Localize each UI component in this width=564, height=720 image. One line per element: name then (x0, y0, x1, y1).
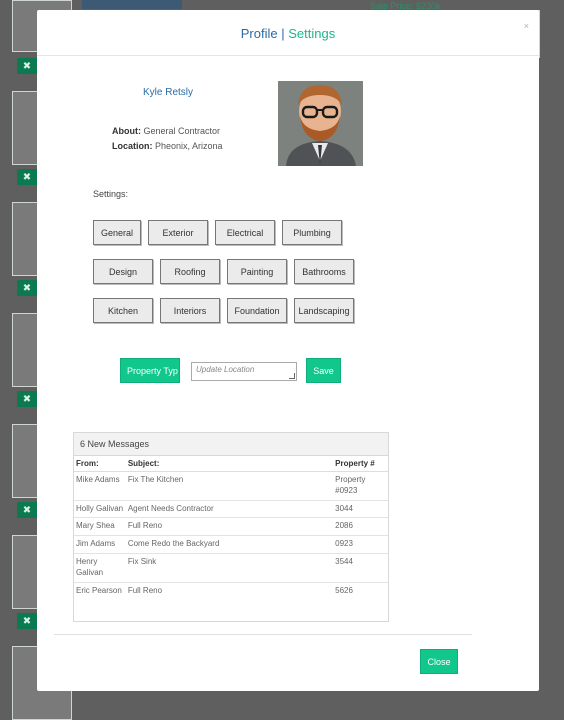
tab-profile[interactable]: Profile (241, 26, 278, 41)
location-line: Location: Pheonix, Arizona (112, 141, 223, 151)
category-kitchen-button[interactable]: Kitchen (93, 298, 153, 323)
footer-divider (54, 634, 472, 635)
about-value: General Contractor (143, 126, 221, 136)
location-input-placeholder: Update Location (196, 365, 255, 374)
table-row[interactable]: Jim Adams Come Redo the Backyard 0923 (74, 535, 388, 554)
tab-settings[interactable]: Settings (288, 26, 335, 41)
cell-from: Eric Pearson (76, 585, 122, 595)
about-label: About: (112, 126, 141, 136)
about-line: About: General Contractor (112, 126, 220, 136)
cell-from: Jim Adams (74, 535, 126, 554)
close-button[interactable]: Close (420, 649, 458, 674)
column-header-property: Property # (333, 456, 388, 472)
category-foundation-button[interactable]: Foundation (227, 298, 287, 323)
background-remove-badge: ✖ (17, 502, 37, 518)
messages-table: From: Subject: Property # Mike Adams Fix… (74, 456, 388, 599)
cell-subject: Fix The Kitchen (125, 471, 334, 501)
settings-label: Settings: (93, 189, 129, 199)
cell-property: 0923 (333, 535, 388, 554)
messages-title: 6 New Messages (74, 433, 388, 456)
table-row[interactable]: Henry Galivan Fix Sink 3544 (74, 553, 388, 583)
cell-from: Henry Galivan (74, 553, 126, 583)
location-value: Pheonix, Arizona (155, 141, 223, 151)
cell-subject: Full Reno (127, 585, 163, 595)
background-remove-badge: ✖ (17, 280, 37, 296)
category-roofing-button[interactable]: Roofing (160, 259, 220, 284)
background-remove-badge: ✖ (17, 613, 37, 629)
avatar (278, 81, 363, 166)
close-icon[interactable]: × (524, 22, 529, 31)
cell-property: 3044 (333, 500, 388, 519)
category-exterior-button[interactable]: Exterior (148, 220, 208, 245)
tab-separator: | (281, 26, 285, 41)
cell-subject: Full Reno (125, 517, 334, 537)
table-row[interactable]: Mary Shea Full Reno 2086 (74, 517, 388, 537)
background-remove-badge: ✖ (17, 58, 37, 74)
cell-subject: Come Redo the Backyard (125, 535, 334, 554)
cell-subject: Fix Sink (125, 553, 334, 583)
cell-property: 2086 (333, 517, 388, 537)
messages-panel: 6 New Messages From: Subject: Property #… (73, 432, 389, 622)
background-remove-badge: ✖ (17, 169, 37, 185)
location-input[interactable]: Update Location (191, 362, 297, 381)
background-listing-thumbnail (82, 0, 182, 9)
table-row[interactable]: Holly Galivan Agent Needs Contractor 304… (74, 500, 388, 519)
column-header-from: From: (74, 456, 126, 472)
column-header-subject: Subject: (125, 456, 334, 472)
profile-modal: Profile | Settings × Kyle Retsly About: … (37, 10, 539, 691)
category-general-button[interactable]: General (93, 220, 141, 245)
location-label: Location: (112, 141, 153, 151)
property-type-select[interactable]: Property Typ (120, 358, 180, 383)
category-painting-button[interactable]: Painting (227, 259, 287, 284)
category-electrical-button[interactable]: Electrical (215, 220, 275, 245)
cell-property: 5626 (335, 585, 353, 595)
category-plumbing-button[interactable]: Plumbing (282, 220, 342, 245)
cell-subject: Agent Needs Contractor (125, 500, 334, 519)
table-row[interactable]: Mike Adams Fix The Kitchen Property #092… (74, 471, 388, 501)
table-row[interactable]: Eric Pearson Full Reno 5626 (74, 582, 388, 599)
profile-name: Kyle Retsly (143, 87, 194, 98)
background-remove-badge: ✖ (17, 391, 37, 407)
category-bathrooms-button[interactable]: Bathrooms (294, 259, 354, 284)
cell-property: 3544 (333, 553, 388, 583)
category-design-button[interactable]: Design (93, 259, 153, 284)
category-landscaping-button[interactable]: Landscaping (294, 298, 354, 323)
modal-header: Profile | Settings × (37, 10, 539, 56)
save-button[interactable]: Save (306, 358, 341, 383)
cell-from: Holly Galivan (74, 500, 126, 519)
textarea-resize-handle[interactable] (289, 373, 295, 379)
table-header-row: From: Subject: Property # (74, 456, 388, 472)
cell-property: Property #0923 (333, 471, 388, 501)
cell-from: Mike Adams (74, 471, 126, 501)
cell-from: Mary Shea (74, 517, 126, 537)
category-interiors-button[interactable]: Interiors (160, 298, 220, 323)
